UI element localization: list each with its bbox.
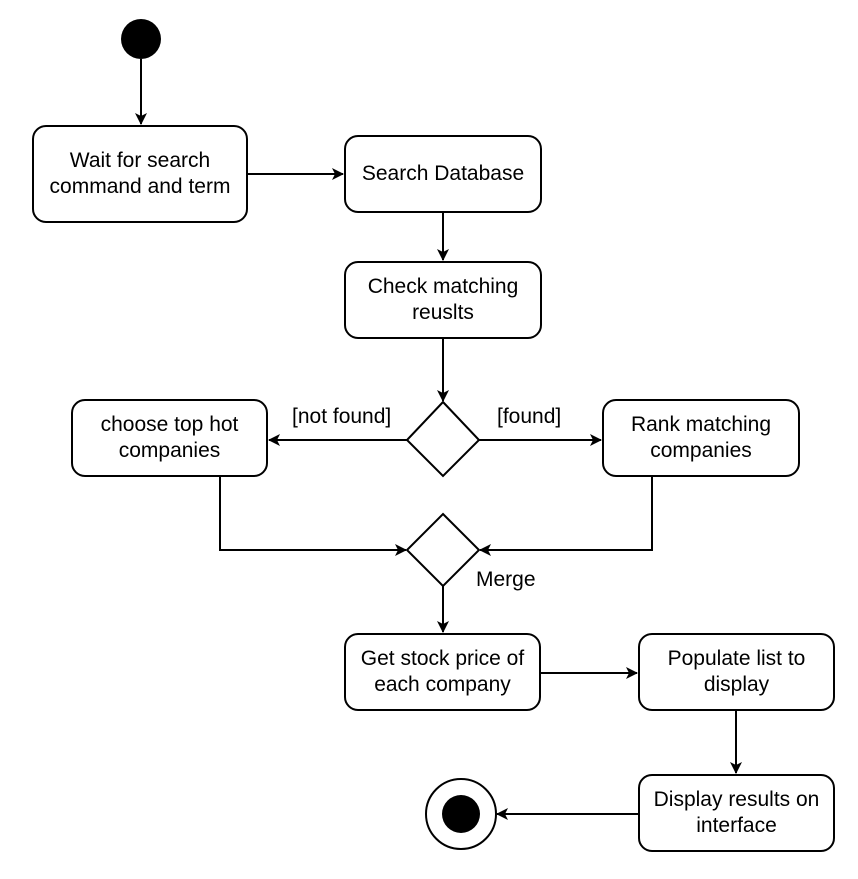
decision-node <box>405 400 481 478</box>
initial-node <box>121 19 161 59</box>
guard-found: [found] <box>497 405 562 428</box>
merge-label: Merge <box>476 568 536 591</box>
activity-check-matching: Check matching reuslts <box>344 261 542 339</box>
activity-populate-list: Populate list to display <box>638 633 835 711</box>
activity-search-database: Search Database <box>344 135 542 213</box>
final-node <box>442 795 480 833</box>
guard-not-found: [not found] <box>292 405 392 428</box>
activity-get-stock-price: Get stock price of each company <box>344 633 541 711</box>
edge-rank-merge <box>479 477 653 556</box>
activity-choose-top-hot: choose top hot companies <box>71 399 268 477</box>
edge-choose-merge <box>219 477 407 556</box>
activity-display-results: Display results on interface <box>638 774 835 852</box>
activity-rank-matching: Rank matching companies <box>602 399 800 477</box>
merge-node <box>405 512 481 588</box>
activity-wait: Wait for search command and term <box>32 125 248 223</box>
